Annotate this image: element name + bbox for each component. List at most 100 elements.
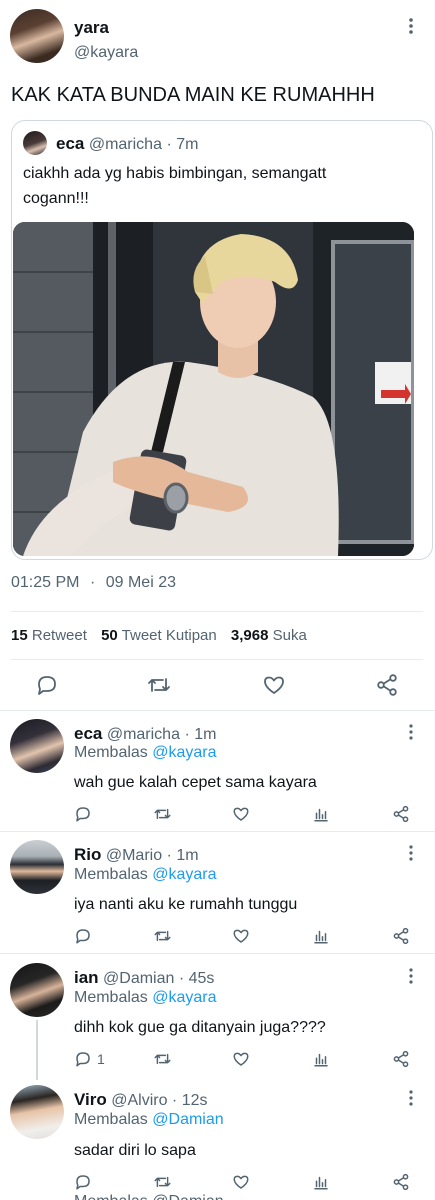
share-button[interactable] [392, 1173, 410, 1191]
stats-row: 15 Retweet 50 Tweet Kutipan 3,968 Suka [11, 627, 307, 644]
share-icon [393, 805, 409, 823]
quoted-tweet-card[interactable]: eca @maricha · 7m ciakhh ada yg habis bi… [11, 120, 433, 560]
reply-author-name[interactable]: Rio [74, 845, 101, 864]
share-icon [393, 1050, 409, 1068]
more-icon[interactable] [405, 1089, 417, 1112]
analytics-button[interactable] [312, 927, 330, 945]
reply-icon [38, 676, 56, 695]
reply-tweet[interactable]: Rio @Mario · 1m Membalas @kayara iya nan… [0, 832, 435, 953]
retweet-button[interactable] [146, 673, 172, 697]
thread-line [36, 1020, 38, 1080]
reply-author-handle[interactable]: @maricha [107, 726, 180, 743]
reply-text: wah gue kalah cepet sama kayara [74, 774, 317, 791]
reply-button[interactable]: 1 [74, 1050, 105, 1068]
partial-next-reply: Membalas @Damian [74, 1194, 224, 1200]
replying-to-link[interactable]: @kayara [152, 744, 216, 761]
analytics-icon [314, 1176, 328, 1190]
reply-time: · 45s [178, 970, 215, 987]
divider [11, 611, 423, 612]
quoted-author-avatar [23, 131, 47, 155]
reply-avatar[interactable] [10, 1085, 64, 1139]
replying-label: Membalas [74, 989, 148, 1006]
reply-author-name[interactable]: ian [74, 968, 99, 987]
reply-author-handle[interactable]: @Alviro [111, 1092, 167, 1109]
reply-tweet[interactable]: ian @Damian · 45s Membalas @kayara dihh … [0, 954, 435, 1080]
retweet-button[interactable] [153, 805, 172, 823]
reply-time: · 12s [171, 1092, 208, 1109]
reply-tweet[interactable]: Viro @Alviro · 12s Membalas @Damian sada… [0, 1076, 435, 1200]
retweet-count[interactable]: 15 Retweet [11, 627, 87, 644]
replying-to-link[interactable]: @Damian [152, 1111, 223, 1128]
quoted-text-line1: ciakhh ada yg habis bimbingan, semangatt [23, 165, 327, 182]
retweet-icon [154, 1053, 171, 1065]
author-name[interactable]: yara [74, 18, 109, 38]
retweet-button[interactable] [153, 927, 172, 945]
analytics-icon [314, 808, 328, 822]
reply-icon [76, 807, 90, 822]
replying-label: Membalas [74, 866, 148, 883]
reply-text: dihh kok gue ga ditanyain juga???? [74, 1019, 326, 1036]
more-icon[interactable] [405, 844, 417, 867]
reply-avatar[interactable] [10, 963, 64, 1017]
quoted-photo[interactable] [13, 222, 414, 556]
tweet-time[interactable]: 01:25 PM [11, 574, 79, 591]
reply-icon [76, 1175, 90, 1190]
like-button[interactable] [262, 673, 286, 697]
like-button[interactable] [232, 1050, 250, 1068]
like-button[interactable] [232, 927, 250, 945]
reply-count: 1 [97, 1051, 105, 1067]
quoted-author-name: eca [56, 134, 85, 153]
replying-to-link[interactable]: @kayara [152, 989, 216, 1006]
more-icon[interactable] [404, 16, 418, 36]
share-icon [393, 1173, 409, 1191]
share-button[interactable] [392, 805, 410, 823]
like-icon [233, 929, 249, 943]
share-button[interactable] [375, 673, 399, 697]
reply-author-name[interactable]: eca [74, 724, 102, 743]
replying-to-link[interactable]: @kayara [152, 866, 216, 883]
reply-tweet[interactable]: eca @maricha · 1m Membalas @kayara wah g… [0, 711, 435, 831]
reply-avatar[interactable] [10, 840, 64, 894]
retweet-icon [154, 1176, 171, 1188]
reply-time: · 1m [184, 726, 217, 743]
retweet-button[interactable] [153, 1173, 172, 1191]
more-icon[interactable] [405, 967, 417, 990]
reply-text: iya nanti aku ke rumahh tunggu [74, 896, 298, 913]
author-avatar[interactable] [10, 9, 64, 63]
replying-label: Membalas [74, 744, 148, 761]
reply-author-handle[interactable]: @Damian [103, 970, 174, 987]
retweet-icon [154, 930, 171, 942]
like-button[interactable] [232, 805, 250, 823]
share-button[interactable] [392, 927, 410, 945]
tweet-date[interactable]: 09 Mei 23 [106, 574, 176, 591]
reply-icon [76, 929, 90, 944]
reply-author-handle[interactable]: @Mario [106, 847, 162, 864]
share-icon [393, 927, 409, 945]
like-icon [264, 676, 284, 694]
author-handle[interactable]: @kayara [74, 44, 138, 62]
replying-label: Membalas [74, 1111, 148, 1128]
reply-button[interactable] [74, 805, 92, 823]
like-count[interactable]: 3,968 Suka [231, 627, 307, 644]
like-icon [233, 807, 249, 821]
like-icon [233, 1175, 249, 1189]
analytics-icon [314, 1053, 328, 1067]
retweet-button[interactable] [153, 1050, 172, 1068]
analytics-button[interactable] [312, 1050, 330, 1068]
reply-button[interactable] [74, 927, 92, 945]
retweet-icon [154, 808, 171, 820]
like-button[interactable] [232, 1173, 250, 1191]
reply-time: · 1m [166, 847, 199, 864]
reply-avatar[interactable] [10, 719, 64, 773]
analytics-icon [314, 930, 328, 944]
analytics-button[interactable] [312, 1173, 330, 1191]
analytics-button[interactable] [312, 805, 330, 823]
reply-button[interactable] [74, 1173, 92, 1191]
share-button[interactable] [392, 1050, 410, 1068]
quote-count[interactable]: 50 Tweet Kutipan [101, 627, 217, 644]
quoted-author-handle: @maricha [88, 136, 162, 153]
reply-author-name[interactable]: Viro [74, 1090, 107, 1109]
reply-button[interactable] [35, 673, 59, 697]
more-icon[interactable] [405, 723, 417, 746]
tweet-text: KAK KATA BUNDA MAIN KE RUMAHHH [11, 84, 375, 106]
